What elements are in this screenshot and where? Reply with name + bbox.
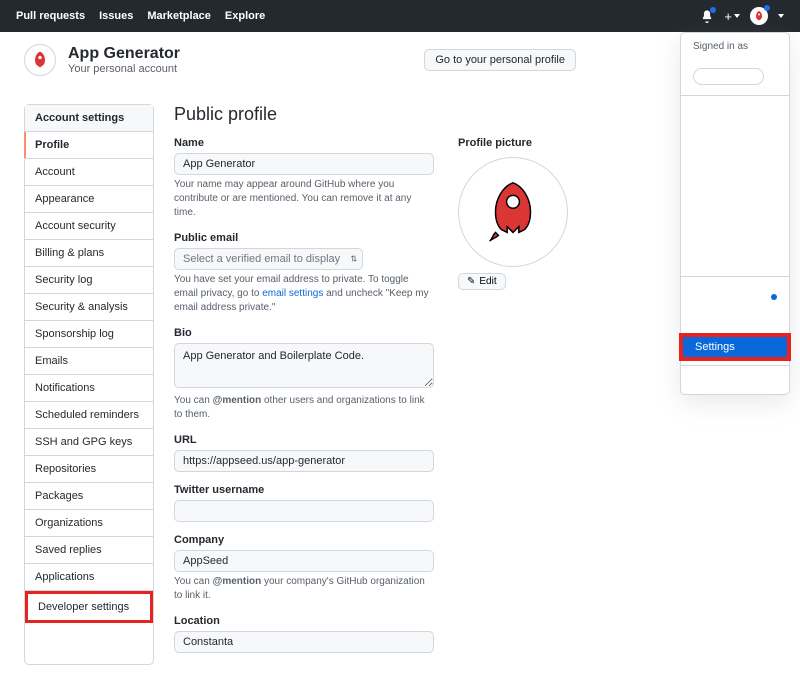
header-subtitle: Your personal account — [68, 63, 180, 75]
target-icon: ◎ — [702, 71, 711, 82]
pencil-icon: ✎ — [467, 276, 475, 287]
name-label: Name — [174, 137, 434, 149]
sidebar-item-ssh-gpg[interactable]: SSH and GPG keys — [25, 429, 153, 456]
chevron-down-icon — [778, 14, 784, 18]
company-input[interactable] — [174, 550, 434, 572]
sidebar-item-repositories[interactable]: Repositories — [25, 456, 153, 483]
sidebar-item-security-analysis[interactable]: Security & analysis — [25, 294, 153, 321]
sidebar: Account settings Profile Account Appeara… — [24, 104, 154, 665]
signed-in-user: app-generator — [693, 52, 777, 64]
bio-help: You can @mention other users and organiz… — [174, 394, 434, 422]
nav-issues[interactable]: Issues — [99, 10, 133, 22]
sidebar-item-sponsorship-log[interactable]: Sponsorship log — [25, 321, 153, 348]
sidebar-item-developer-settings[interactable]: Developer settings — [28, 594, 150, 620]
header-title: App Generator — [68, 45, 180, 63]
name-help: Your name may appear around GitHub where… — [174, 178, 434, 220]
sidebar-item-security-log[interactable]: Security log — [25, 267, 153, 294]
edit-picture-button[interactable]: ✎ Edit — [458, 273, 506, 290]
url-label: URL — [174, 434, 434, 446]
picture-label: Profile picture — [458, 137, 578, 149]
company-label: Company — [174, 534, 434, 546]
dropdown-feature-preview[interactable]: Feature preview — [681, 281, 789, 313]
name-input[interactable] — [174, 153, 434, 175]
email-label: Public email — [174, 232, 434, 244]
bio-input[interactable] — [174, 343, 434, 388]
dropdown-your-projects[interactable]: Your projects — [681, 192, 789, 212]
select-arrows-icon: ⇅ — [350, 255, 357, 264]
location-input[interactable] — [174, 631, 434, 653]
bio-label: Bio — [174, 327, 434, 339]
signed-in-label: Signed in as — [693, 41, 777, 52]
sidebar-item-saved-replies[interactable]: Saved replies — [25, 537, 153, 564]
email-settings-link[interactable]: email settings — [262, 288, 323, 299]
sidebar-item-notifications[interactable]: Notifications — [25, 375, 153, 402]
dropdown-your-gists[interactable]: Your gists — [681, 252, 789, 272]
dropdown-your-codespaces[interactable]: Your codespaces — [681, 140, 789, 160]
sidebar-header: Account settings — [25, 105, 153, 132]
email-select[interactable]: Select a verified email to display ⇅ — [174, 248, 363, 270]
sidebar-item-packages[interactable]: Packages — [25, 483, 153, 510]
location-label: Location — [174, 615, 434, 627]
twitter-input[interactable] — [174, 500, 434, 522]
email-help: You have set your email address to priva… — [174, 273, 434, 315]
sidebar-item-applications[interactable]: Applications — [25, 564, 153, 591]
dropdown-help[interactable]: Help — [681, 313, 789, 333]
sidebar-item-billing[interactable]: Billing & plans — [25, 240, 153, 267]
sidebar-item-scheduled-reminders[interactable]: Scheduled reminders — [25, 402, 153, 429]
dot-indicator — [771, 294, 777, 300]
company-help: You can @mention your company's GitHub o… — [174, 575, 434, 603]
nav-marketplace[interactable]: Marketplace — [147, 10, 211, 22]
nav-explore[interactable]: Explore — [225, 10, 265, 22]
twitter-label: Twitter username — [174, 484, 434, 496]
dropdown-your-profile[interactable]: Your profile — [681, 100, 789, 120]
sidebar-item-emails[interactable]: Emails — [25, 348, 153, 375]
notifications-icon[interactable] — [700, 9, 714, 23]
goto-profile-button[interactable]: Go to your personal profile — [424, 49, 576, 71]
dropdown-your-stars[interactable]: Your stars — [681, 232, 789, 252]
create-new-menu[interactable]: + — [724, 9, 740, 24]
status-chip[interactable]: ◎ Focusing — [693, 68, 764, 85]
topbar: Pull requests Issues Marketplace Explore… — [0, 0, 800, 32]
dropdown-settings[interactable]: Settings — [683, 337, 787, 357]
dropdown-your-orgs[interactable]: Your organizations — [681, 160, 789, 192]
dropdown-your-repos[interactable]: Your repositories — [681, 120, 789, 140]
sidebar-item-organizations[interactable]: Organizations — [25, 510, 153, 537]
profile-picture — [458, 157, 568, 267]
sidebar-item-appearance[interactable]: Appearance — [25, 186, 153, 213]
dropdown-your-discussions[interactable]: Your discussions — [681, 212, 789, 232]
nav-pull-requests[interactable]: Pull requests — [16, 10, 85, 22]
dropdown-signout[interactable]: Sign out — [681, 370, 789, 390]
url-input[interactable] — [174, 450, 434, 472]
sidebar-item-profile[interactable]: Profile — [25, 132, 153, 159]
user-avatar-menu[interactable] — [750, 7, 768, 25]
sidebar-item-account[interactable]: Account — [25, 159, 153, 186]
avatar — [24, 44, 56, 76]
user-dropdown: Signed in as app-generator ◎ Focusing Yo… — [680, 32, 790, 395]
sidebar-item-account-security[interactable]: Account security — [25, 213, 153, 240]
